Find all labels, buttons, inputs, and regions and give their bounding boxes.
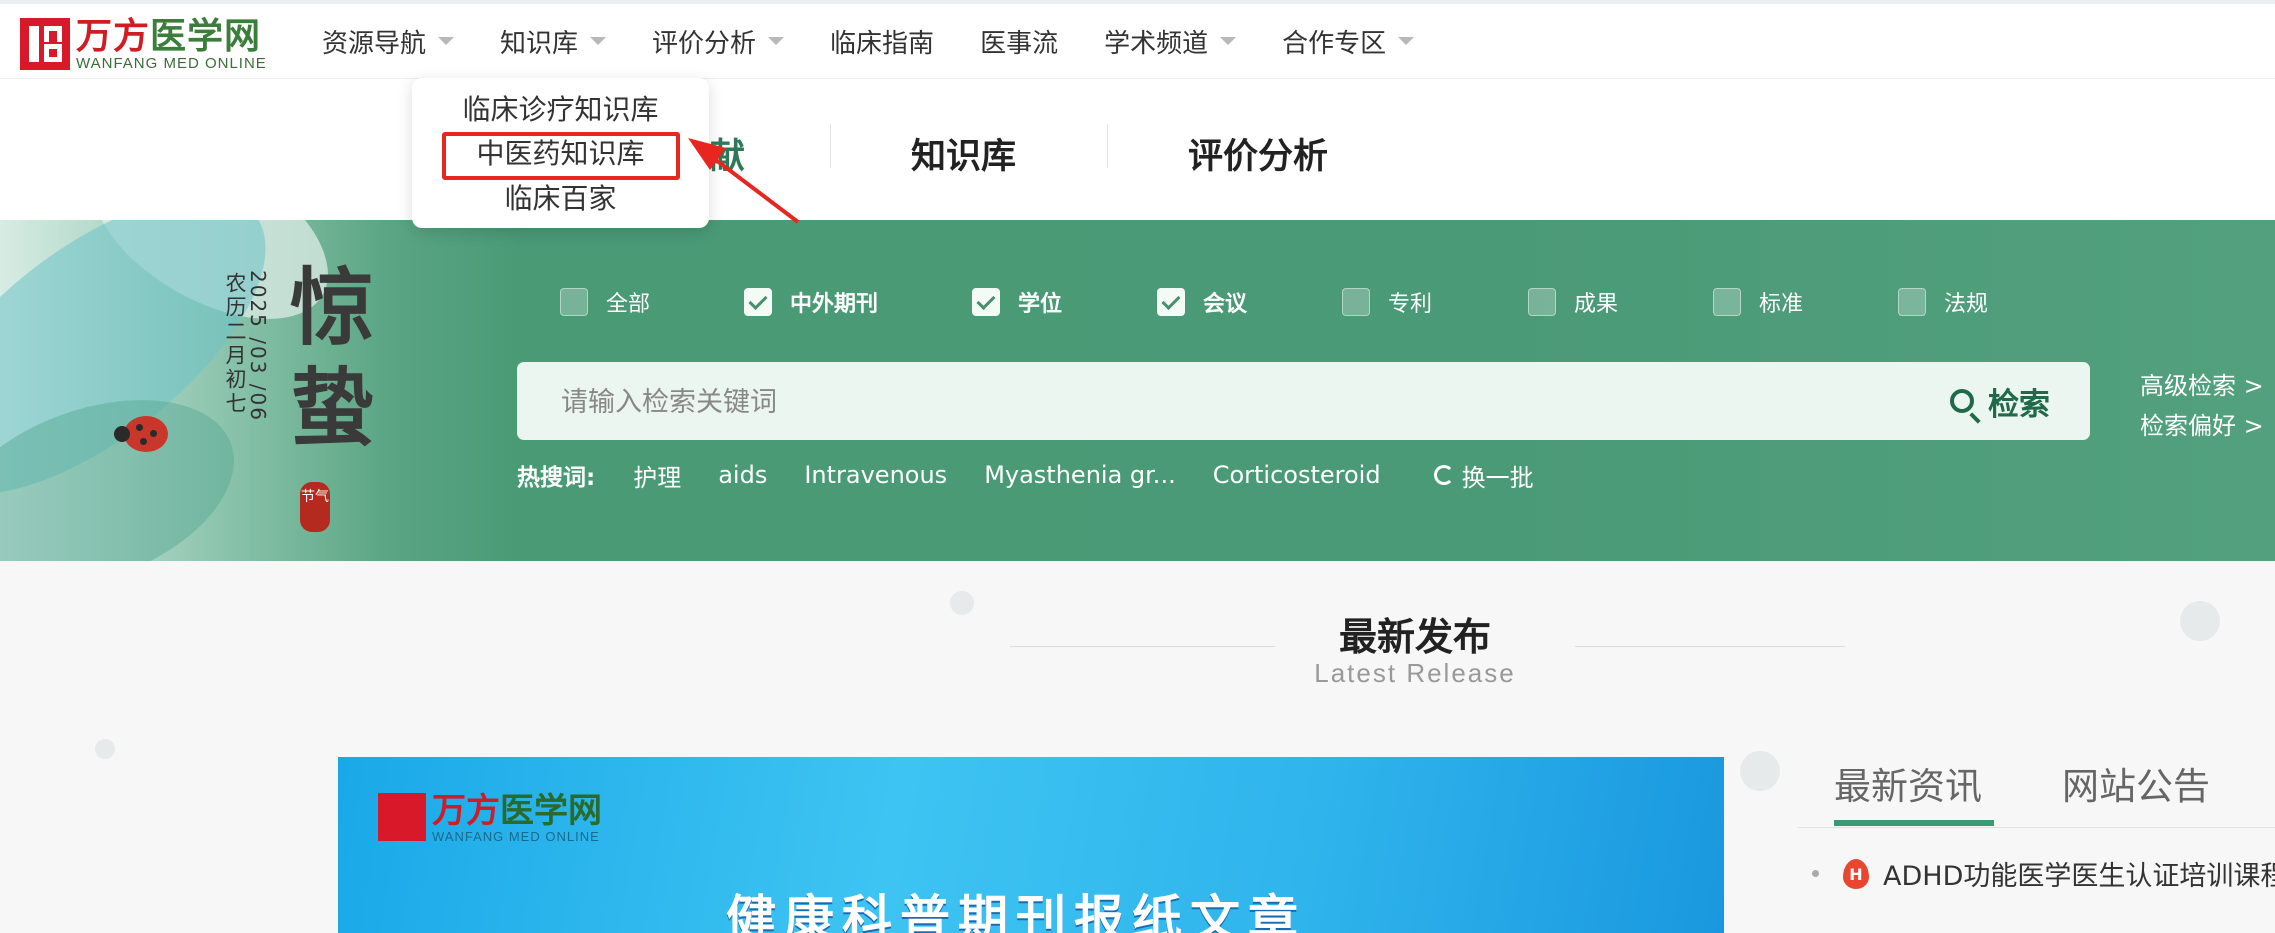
filter-regulation[interactable]: 法规 <box>1898 286 1988 318</box>
chevron-down-icon <box>1398 37 1415 45</box>
promo-banner[interactable]: 万方医学网 WANFANG MED ONLINE 健康科普期刊报纸文章 <box>338 757 1724 933</box>
annotation-arrow-icon <box>688 138 800 224</box>
tab-site-notice[interactable]: 网站公告 <box>2062 756 2210 810</box>
bullet-icon <box>1812 870 1819 877</box>
hot-keyword[interactable]: Myasthenia gr... <box>984 461 1176 489</box>
search-preferences-link[interactable]: 检索偏好 > <box>2140 406 2264 441</box>
tab-latest-news[interactable]: 最新资讯 <box>1834 756 1982 810</box>
dropdown-item-clinical-kb[interactable]: 临床诊疗知识库 <box>412 88 709 132</box>
promo-logo: 万方医学网 WANFANG MED ONLINE <box>378 793 602 844</box>
nav-academic[interactable]: 学术频道 <box>1104 23 1237 60</box>
checkbox[interactable] <box>1898 288 1926 316</box>
filter-all[interactable]: 全部 <box>560 286 650 318</box>
search-icon <box>1950 389 1974 413</box>
lunar-date: 农历二月初七 <box>223 272 247 416</box>
title-divider-left <box>1010 646 1275 647</box>
news-item[interactable]: H ADHD功能医学医生认证培训课程 <box>1812 854 2275 893</box>
tab-evaluation[interactable]: 评价分析 <box>1188 128 1328 179</box>
site-logo[interactable]: 万方医学网 WANFANG MED ONLINE <box>20 18 267 74</box>
refresh-icon <box>1433 465 1454 485</box>
hot-flame-icon: H <box>1843 858 1869 889</box>
solar-term-seal: 节气 <box>300 482 330 532</box>
search-box: 检索 <box>517 362 2090 440</box>
checkbox[interactable] <box>1342 288 1370 316</box>
advanced-search-link[interactable]: 高级检索 > <box>2140 366 2264 401</box>
news-divider <box>1798 827 2275 828</box>
filter-patent[interactable]: 专利 <box>1342 286 1432 318</box>
chevron-down-icon <box>590 37 607 45</box>
hot-keyword[interactable]: 护理 <box>633 458 681 493</box>
tab-knowledge-base[interactable]: 知识库 <box>911 128 1016 179</box>
dropdown-item-clinical-experts[interactable]: 临床百家 <box>412 177 709 221</box>
filter-achievement[interactable]: 成果 <box>1528 286 1618 318</box>
nav-resources[interactable]: 资源导航 <box>322 23 455 60</box>
chevron-down-icon <box>1220 37 1237 45</box>
chevron-down-icon <box>768 37 785 45</box>
nav-evaluation[interactable]: 评价分析 <box>652 23 785 60</box>
site-header: 万方医学网 WANFANG MED ONLINE 资源导航 知识库 评价分析 临… <box>0 4 2275 79</box>
hot-keywords: 热搜词: 护理 aids Intravenous Myasthenia gr..… <box>517 458 1534 492</box>
search-button[interactable]: 检索 <box>1950 378 2050 424</box>
promo-title: 健康科普期刊报纸文章 <box>726 890 1306 933</box>
search-input[interactable] <box>559 376 1863 428</box>
title-divider-right <box>1575 646 1845 647</box>
checkbox[interactable] <box>1713 288 1741 316</box>
solar-term-title: 惊蛰 <box>290 258 375 457</box>
checkbox-checked[interactable] <box>972 288 1000 316</box>
hot-keyword[interactable]: Intravenous <box>804 461 947 489</box>
checkbox[interactable] <box>560 288 588 316</box>
active-tab-indicator <box>1834 820 1994 826</box>
ladybug-icon <box>114 416 168 452</box>
logo-mark-icon <box>378 793 426 841</box>
main-nav: 资源导航 知识库 评价分析 临床指南 医事流 学术频道 合作专区 <box>322 4 1460 78</box>
tab-divider <box>1107 124 1108 168</box>
checkbox[interactable] <box>1528 288 1556 316</box>
filter-standard[interactable]: 标准 <box>1713 286 1803 318</box>
hot-keywords-label: 热搜词: <box>517 465 596 491</box>
logo-title: 万方医学网 <box>76 16 262 57</box>
logo-subtitle: WANFANG MED ONLINE <box>76 55 267 72</box>
nav-clinical-guide[interactable]: 临床指南 <box>830 23 934 60</box>
nav-cooperation[interactable]: 合作专区 <box>1282 23 1415 60</box>
chevron-down-icon <box>438 37 455 45</box>
checkbox-checked[interactable] <box>1157 288 1185 316</box>
hot-keyword[interactable]: Corticosteroid <box>1213 461 1381 489</box>
highlight-box <box>442 132 680 180</box>
section-title: 最新发布 <box>1338 615 1491 659</box>
refresh-keywords-button[interactable]: 换一批 <box>1433 458 1534 493</box>
section-subtitle: Latest Release <box>1314 658 1516 688</box>
hot-keyword[interactable]: aids <box>718 461 767 489</box>
nav-medical-flow[interactable]: 医事流 <box>980 23 1058 60</box>
filter-degree[interactable]: 学位 <box>972 286 1062 318</box>
checkbox-checked[interactable] <box>744 288 772 316</box>
filter-journals[interactable]: 中外期刊 <box>744 286 878 318</box>
tab-divider <box>830 124 831 168</box>
filter-conference[interactable]: 会议 <box>1157 286 1247 318</box>
logo-mark-icon <box>20 18 70 70</box>
section-tabs-bar <box>0 79 2275 220</box>
nav-knowledge-base[interactable]: 知识库 <box>500 23 607 60</box>
